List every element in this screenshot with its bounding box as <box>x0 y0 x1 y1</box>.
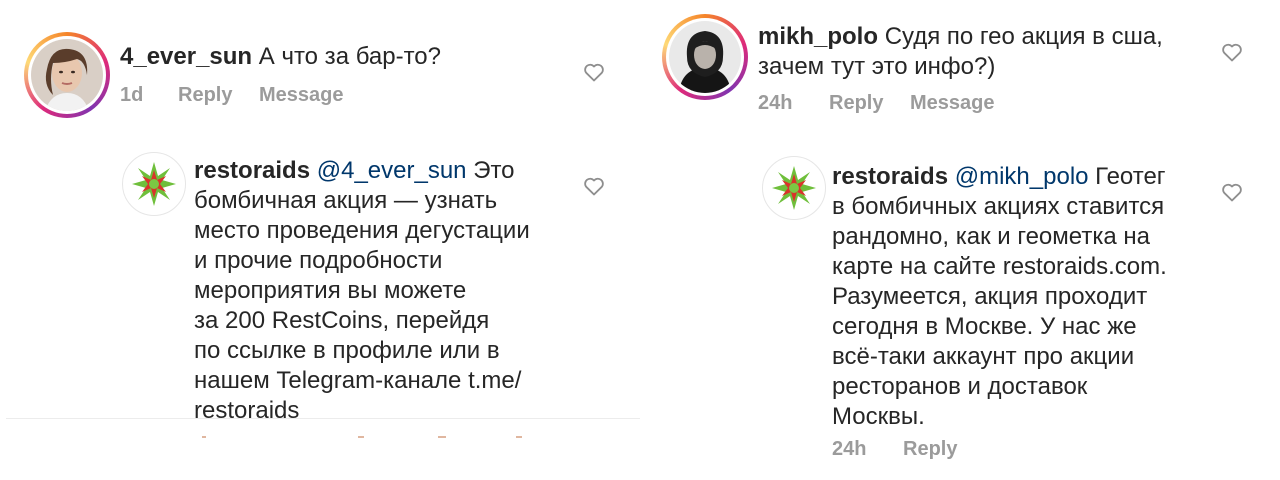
comment-username[interactable]: 4_ever_sun <box>120 43 252 70</box>
reply-link[interactable]: Reply <box>178 84 259 107</box>
reply-link[interactable]: Reply <box>829 92 910 115</box>
reply-meta: 24h Reply <box>832 438 957 461</box>
comment-body: Судя по гео акция в сша, <box>884 23 1163 50</box>
reply-line: за 200 RestCoins, перейдя <box>194 307 490 334</box>
restoraids-logo-icon[interactable] <box>762 156 826 220</box>
reply-line: Геотег <box>1095 163 1166 190</box>
reply-line: Разумеется, акция проходит <box>832 283 1148 310</box>
reply-line: бомбичная акция — узнать <box>194 187 498 214</box>
avatar-photo <box>669 21 741 93</box>
message-link[interactable]: Message <box>910 92 995 115</box>
heart-outline-icon[interactable] <box>582 174 606 198</box>
comment-time: 1d <box>120 84 144 106</box>
reply-time: 24h <box>832 438 867 460</box>
right-comment-thread: mikh_polo Судя по гео акция в сша, зачем… <box>640 0 1280 480</box>
comment-body-line2: зачем тут это инфо?) <box>758 53 996 80</box>
reply-line: карте на сайте restoraids.com. <box>832 253 1167 280</box>
reply-username[interactable]: restoraids <box>194 157 310 184</box>
message-link[interactable]: Message <box>259 84 344 107</box>
reply-line: и прочие подробности <box>194 247 443 274</box>
divider <box>6 418 640 419</box>
user-avatar-4-ever-sun[interactable] <box>24 32 110 118</box>
reply-link[interactable]: Reply <box>903 438 957 461</box>
avatar-photo <box>31 39 103 111</box>
reply-line: restoraids <box>194 397 300 424</box>
comment-meta: 1d Reply Message <box>120 84 344 107</box>
reply-line: сегодня в Москве. У нас же <box>832 313 1137 340</box>
reply-line: рандомно, как и геометка на <box>832 223 1150 250</box>
comment-time: 24h <box>758 92 793 114</box>
heart-outline-icon[interactable] <box>1220 40 1244 64</box>
comment-body: А что за бар-то? <box>258 43 442 70</box>
reply-mention[interactable]: @mikh_polo <box>955 163 1089 190</box>
comment-text: 4_ever_sun А что за бар-то? <box>120 42 441 72</box>
reply-line: Это <box>473 157 515 184</box>
user-avatar-mikh-polo[interactable] <box>662 14 748 100</box>
reply-mention[interactable]: @4_ever_sun <box>317 157 467 184</box>
reply-line: всё-таки аккаунт про акции <box>832 343 1135 370</box>
heart-outline-icon[interactable] <box>1220 180 1244 204</box>
reply-line: место проведения дегустации <box>194 217 530 244</box>
reply-line: нашем Telegram-канале t.me/ <box>194 367 522 394</box>
reply-line: Москвы. <box>832 403 925 430</box>
reply-text: restoraids @4_ever_sun Это бомбичная акц… <box>194 156 574 426</box>
cropped-text-fragment <box>202 436 522 438</box>
reply-line: по ссылке в профиле или в <box>194 337 500 364</box>
reply-line: в бомбичных акциях ставится <box>832 193 1165 220</box>
reply-username[interactable]: restoraids <box>832 163 948 190</box>
reply-text: restoraids @mikh_polo Геотег в бомбичных… <box>832 162 1212 432</box>
heart-outline-icon[interactable] <box>582 60 606 84</box>
left-comment-thread: 4_ever_sun А что за бар-то? 1d Reply Mes… <box>0 0 640 480</box>
restoraids-logo-icon[interactable] <box>122 152 186 216</box>
reply-line: ресторанов и доставок <box>832 373 1088 400</box>
comment-text: mikh_polo Судя по гео акция в сша, зачем… <box>758 22 1163 82</box>
reply-line: мероприятия вы можете <box>194 277 467 304</box>
comment-meta: 24h Reply Message <box>758 92 995 115</box>
comment-username[interactable]: mikh_polo <box>758 23 878 50</box>
